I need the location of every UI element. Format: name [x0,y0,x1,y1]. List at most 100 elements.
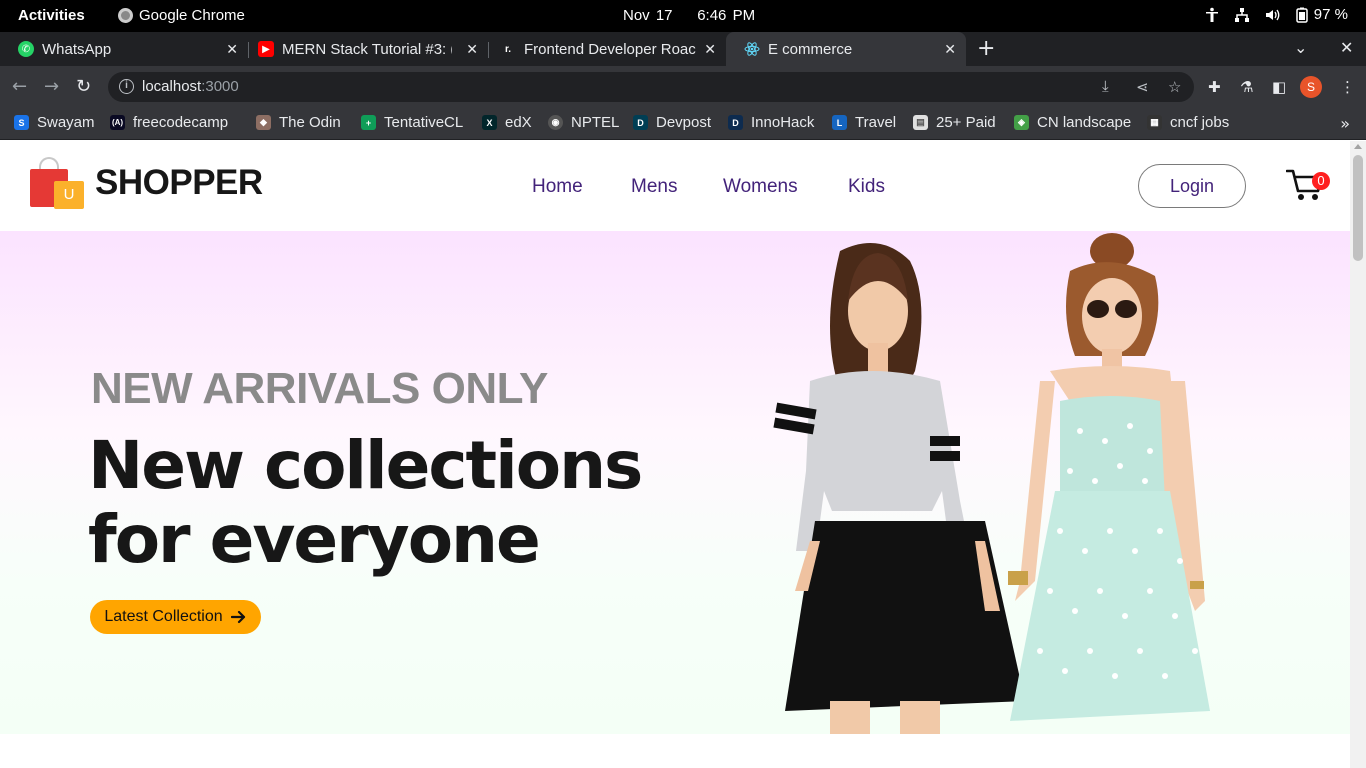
app-menu[interactable]: Google Chrome [118,7,245,24]
bookmark-label: freecodecamp [133,114,229,131]
activities-button[interactable]: Activities [18,7,85,24]
bookmark-freecodecamp[interactable]: (A) freecodecamp [110,114,228,131]
odin-icon: ◆ [256,115,271,130]
menu-item-home[interactable]: Home [532,176,583,198]
travel-icon: L [832,115,847,130]
tab-title: E commerce [768,40,853,58]
profile-avatar[interactable]: S [1300,76,1322,98]
close-tab-icon[interactable]: ✕ [226,41,238,58]
bookmark-label: Swayam [37,114,95,131]
hero-headline: New collections for everyone [88,427,643,577]
page-scrollbar[interactable] [1350,141,1366,768]
url-text[interactable]: localhost:3000 [142,78,239,95]
model-left-figure [773,243,1025,734]
bookmark-innohack[interactable]: D InnoHack [728,114,814,131]
menu-item-womens[interactable]: Womens [723,176,798,198]
back-arrow-icon[interactable]: ← [12,76,27,97]
bookmark-label: CN landscape [1037,114,1132,131]
login-button[interactable]: Login [1138,164,1246,208]
bookmark-label: The Odin [279,114,341,131]
arrow-right-icon [230,610,245,624]
cn-landscape-icon: ◈ [1014,115,1029,130]
cta-label: Latest Collection [104,608,223,625]
edx-icon: X [482,115,497,130]
bookmark-devpost[interactable]: D Devpost [633,114,711,131]
tab-search-chevron-icon[interactable]: ⌄ [1294,38,1307,57]
browser-tab-strip: ✆ WhatsApp ✕ ▶ MERN Stack Tutorial #3: (… [0,32,1366,66]
chrome-icon [118,8,133,23]
shopping-bag-icon: U [30,157,84,209]
battery-icon [1296,7,1308,23]
accessibility-icon [1205,7,1218,22]
tab-ecommerce[interactable]: E commerce ✕ [726,32,966,66]
site-navbar: U SHOPPER Home Mens Womens Kids Login 0 [0,141,1350,231]
tab-mern[interactable]: ▶ MERN Stack Tutorial #3: ( ✕ [240,32,488,66]
bookmark-label: Travel [855,114,897,131]
cart-button[interactable]: 0 [1285,165,1330,205]
more-bookmarks-icon[interactable]: » [1340,114,1350,133]
bookmark-edx[interactable]: XedX [482,114,532,131]
forward-arrow-icon[interactable]: → [44,76,59,97]
web-page: U SHOPPER Home Mens Womens Kids Login 0 … [0,141,1350,768]
scroll-up-arrow-icon[interactable] [1354,144,1362,149]
bookmark-label: cncf jobs [1170,114,1230,131]
new-tab-button[interactable]: + [977,36,995,61]
system-tray[interactable]: 97 % [1204,6,1348,23]
hero-headline-line1: New collections [88,427,643,504]
bookmark-cncf-jobs[interactable]: ▦ cncf jobs [1147,114,1229,131]
side-panel-icon[interactable]: ◧ [1272,78,1286,96]
hero-eyebrow: NEW ARRIVALS ONLY [91,364,548,413]
nptel-icon: ◉ [548,115,563,130]
cart-count-badge: 0 [1312,172,1330,190]
close-tab-icon[interactable]: ✕ [466,41,478,58]
clock[interactable]: Nov 17 6:46 PM [623,7,755,24]
bookmark-the-odin[interactable]: ◆ The Odin [256,114,341,131]
labs-flask-icon[interactable]: ⚗ [1240,78,1253,96]
site-logo[interactable]: U SHOPPER [30,157,263,209]
install-app-icon[interactable]: ⤓ [1102,78,1109,95]
bookmark-cn-landscape[interactable]: ◈ CN landscape [1014,114,1131,131]
address-bar[interactable]: i localhost:3000 ⤓ ⋖ ☆ [108,72,1194,102]
tab-title: WhatsApp [42,40,112,58]
chrome-menu-icon[interactable]: ⋮ [1340,78,1355,96]
sheets-icon: + [361,115,376,130]
bookmark-tentativecl[interactable]: + TentativeCL [361,114,463,131]
share-icon[interactable]: ⋖ [1136,78,1149,96]
reload-icon[interactable]: ↻ [76,76,91,97]
latest-collection-button[interactable]: Latest Collection [90,600,261,634]
menu-item-kids[interactable]: Kids [848,176,885,198]
react-icon [744,42,760,56]
scrollbar-thumb[interactable] [1353,155,1363,261]
url-host: localhost [142,78,202,95]
close-tab-icon[interactable]: ✕ [704,41,716,58]
close-tab-icon[interactable]: ✕ [944,41,956,58]
page-below-hero [0,734,1350,768]
extensions-puzzle-icon[interactable]: ✚ [1208,78,1221,96]
bookmark-star-icon[interactable]: ☆ [1168,78,1181,96]
battery-level: 97 % [1313,6,1348,23]
time: 6:46 PM [697,7,756,24]
bookmark-nptel[interactable]: ◉ NPTEL [548,114,619,131]
hero-section: NEW ARRIVALS ONLY New collections for ev… [0,231,1350,734]
window-close-icon[interactable]: ✕ [1340,38,1353,57]
system-top-bar: Activities Google Chrome Nov 17 6:46 PM … [0,0,1366,32]
site-info-icon[interactable]: i [119,79,134,94]
menu-item-mens[interactable]: Mens [631,176,677,198]
bookmark-label: InnoHack [751,114,815,131]
bookmark-label: TentativeCL [384,114,464,131]
bookmark-label: edX [505,114,532,131]
bookmark-label: NPTEL [571,114,620,131]
whatsapp-icon: ✆ [18,41,34,57]
tab-whatsapp[interactable]: ✆ WhatsApp ✕ [0,32,248,66]
bookmark-label: Devpost [656,114,712,131]
cncf-icon: ▦ [1147,115,1162,130]
bookmark-travel[interactable]: L Travel [832,114,896,131]
tab-title: MERN Stack Tutorial #3: ( [282,40,452,58]
bookmark-swayam[interactable]: S Swayam [14,114,95,131]
url-port: :3000 [201,78,239,95]
bookmark-25-paid[interactable]: ▤ 25+ Paid [913,114,996,131]
youtube-icon: ▶ [258,41,274,57]
model-right-figure [1008,233,1210,721]
document-icon: ▤ [913,115,928,130]
tab-roadmap[interactable]: r. Frontend Developer Roac ✕ [482,32,726,66]
